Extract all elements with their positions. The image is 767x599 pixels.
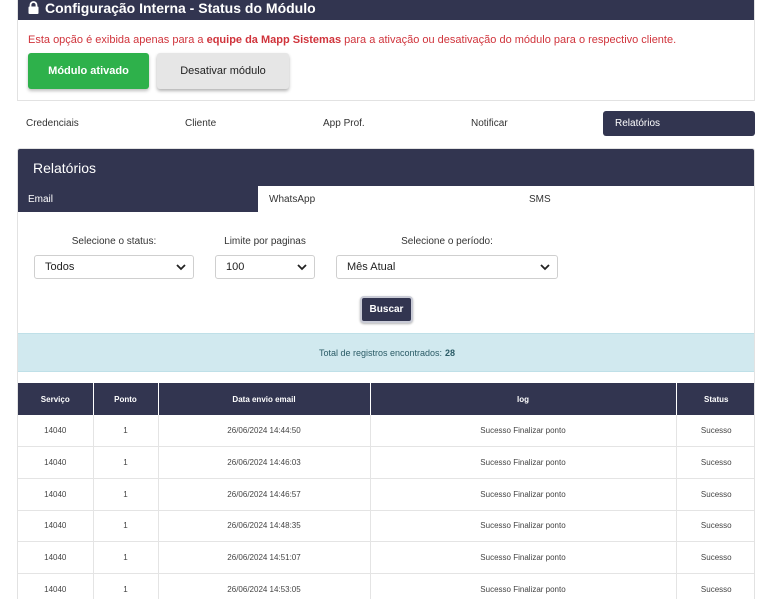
cell-data: 26/06/2024 14:53:05 [158,573,371,599]
cell-log: Sucesso Finalizar ponto [370,541,677,574]
total-records-alert: Total de registros encontrados: 28 [18,333,754,372]
config-header: Configuração Interna - Status do Módulo [18,0,754,20]
cell-servico: 14040 [18,541,94,574]
cell-log: Sucesso Finalizar ponto [370,415,677,448]
cell-status: Sucesso [676,415,754,448]
cell-servico: 14040 [18,415,94,448]
limit-select-value: 100 [226,261,245,273]
chevron-down-icon [540,264,550,271]
total-records-count: 28 [445,347,456,358]
module-activated-button[interactable]: Módulo ativado [28,53,149,89]
limit-select[interactable]: 100 [215,255,315,279]
tab-notificar[interactable]: Notificar [471,111,508,136]
cell-ponto: 1 [93,541,159,574]
table-row: 14040 1 26/06/2024 14:48:35 Sucesso Fina… [18,510,754,543]
total-records-text: Total de registros encontrados: [318,347,443,358]
cell-status: Sucesso [676,446,754,479]
cell-status: Sucesso [676,478,754,511]
cell-log: Sucesso Finalizar ponto [370,510,677,543]
cell-log: Sucesso Finalizar ponto [370,446,677,479]
config-title: Configuração Interna - Status do Módulo [45,0,316,16]
cell-data: 26/06/2024 14:48:35 [158,510,371,543]
status-select[interactable]: Todos [34,255,194,279]
table-row: 14040 1 26/06/2024 14:46:57 Sucesso Fina… [18,478,754,511]
tab-cliente[interactable]: Cliente [185,111,216,136]
cell-status: Sucesso [676,573,754,599]
status-select-value: Todos [45,261,75,273]
col-header-servico[interactable]: Serviço [18,383,94,415]
period-label: Selecione o período: [401,236,493,247]
cell-status: Sucesso [676,541,754,574]
limit-label: Limite por paginas [224,236,306,247]
config-message-bold: equipe da Mapp Sistemas [206,34,342,46]
chevron-down-icon [176,264,186,271]
cell-log: Sucesso Finalizar ponto [370,478,677,511]
lock-icon [28,0,39,14]
cell-ponto: 1 [93,446,159,479]
config-message-pre: Esta opção é exibida apenas para a [28,34,207,46]
col-header-log[interactable]: log [370,383,677,415]
config-message: Esta opção é exibida apenas para a equip… [28,34,676,46]
cell-log: Sucesso Finalizar ponto [370,573,677,599]
reports-panel: Relatórios Email WhatsApp SMS Selecione … [17,148,755,599]
col-header-data-envio[interactable]: Data envio email [158,383,371,415]
cell-servico: 14040 [18,573,94,599]
reports-title: Relatórios [18,149,754,186]
cell-data: 26/06/2024 14:46:03 [158,446,371,479]
config-panel: Configuração Interna - Status do Módulo … [17,0,755,101]
cell-ponto: 1 [93,478,159,511]
tab-relatorios[interactable]: Relatórios [603,111,755,136]
cell-data: 26/06/2024 14:46:57 [158,478,371,511]
table-row: 14040 1 26/06/2024 14:53:05 Sucesso Fina… [18,573,754,599]
tab-credenciais[interactable]: Credenciais [26,111,79,136]
cell-servico: 14040 [18,446,94,479]
table-row: 14040 1 26/06/2024 14:44:50 Sucesso Fina… [18,415,754,448]
chevron-down-icon [297,264,307,271]
cell-data: 26/06/2024 14:44:50 [158,415,371,448]
col-header-ponto[interactable]: Ponto [93,383,159,415]
cell-ponto: 1 [93,510,159,543]
period-select-value: Mês Atual [347,261,396,273]
cell-servico: 14040 [18,510,94,543]
cell-servico: 14040 [18,478,94,511]
subtab-sms[interactable]: SMS [529,186,551,212]
subtab-whatsapp[interactable]: WhatsApp [269,186,315,212]
search-button[interactable]: Buscar [360,296,413,323]
subtab-email[interactable]: Email [18,186,258,212]
reports-table: Serviço Ponto Data envio email log Statu… [18,383,754,599]
status-label: Selecione o status: [71,236,157,247]
cell-ponto: 1 [93,573,159,599]
col-header-status[interactable]: Status [676,383,754,415]
cell-data: 26/06/2024 14:51:07 [158,541,371,574]
config-message-post: para a ativação ou desativação do módulo… [341,34,677,46]
table-row: 14040 1 26/06/2024 14:51:07 Sucesso Fina… [18,541,754,574]
period-select[interactable]: Mês Atual [336,255,558,279]
table-row: 14040 1 26/06/2024 14:46:03 Sucesso Fina… [18,446,754,479]
cell-status: Sucesso [676,510,754,543]
deactivate-module-button[interactable]: Desativar módulo [157,53,289,89]
tab-app-prof[interactable]: App Prof. [323,111,365,136]
table-header-row: Serviço Ponto Data envio email log Statu… [18,383,754,415]
cell-ponto: 1 [93,415,159,448]
